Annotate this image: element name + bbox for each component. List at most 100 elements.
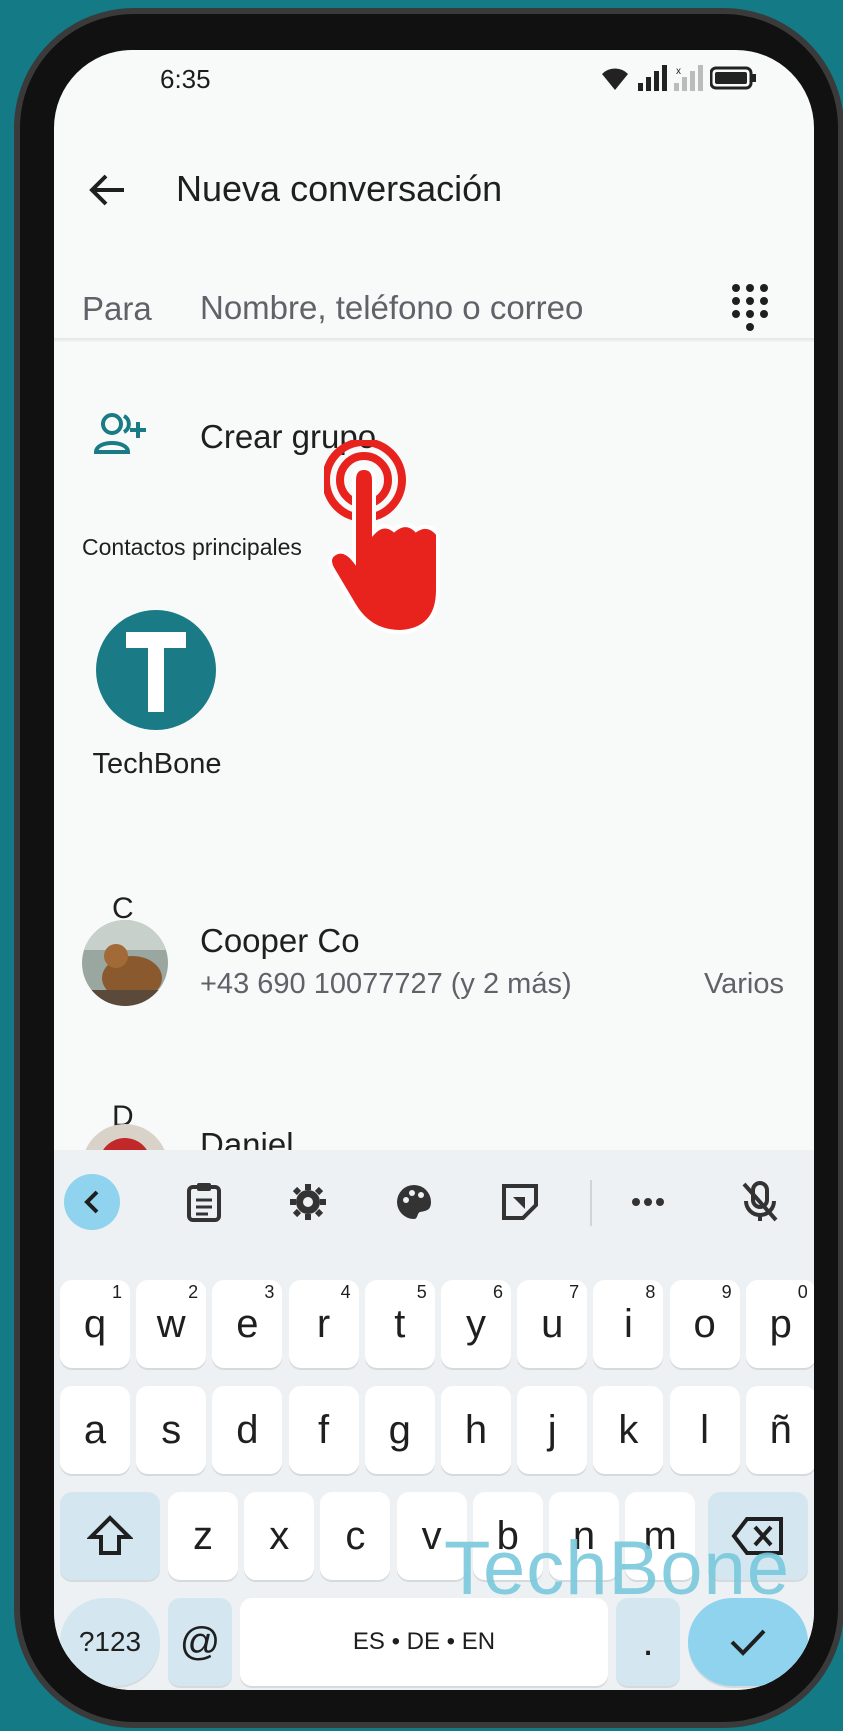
key-q[interactable]: q1 [60,1280,130,1368]
voice-input-button[interactable] [732,1174,788,1230]
key-u[interactable]: u7 [517,1280,588,1368]
toolbar-separator [590,1180,592,1226]
key-hint: 9 [721,1282,732,1302]
theme-button[interactable] [386,1174,442,1230]
svg-text:x: x [676,66,681,77]
palette-icon [397,1185,431,1219]
key-hint: 1 [111,1282,122,1302]
key-e[interactable]: e3 [212,1280,283,1368]
key-hint: 2 [188,1282,199,1302]
sticker-button[interactable] [492,1174,548,1230]
key-t[interactable]: t5 [364,1280,435,1368]
key-label: v [421,1513,442,1558]
key-hint: 8 [645,1282,656,1302]
avatar [96,610,216,730]
key-hint: 7 [569,1282,580,1302]
recipient-row: Para [54,282,814,340]
clipboard-button[interactable] [176,1174,232,1230]
key-i[interactable]: i8 [593,1280,664,1368]
shift-key[interactable] [60,1492,160,1580]
key-a[interactable]: a [60,1386,130,1474]
more-horizontal-icon [632,1198,664,1206]
key-label: w [156,1301,186,1346]
status-bar: 6:35 x [54,50,814,106]
key-label: . [642,1619,654,1664]
check-icon [730,1629,766,1656]
key-label: o [693,1301,716,1346]
key-label: @ [179,1619,221,1664]
signal-icon [638,65,667,91]
key-hint: 4 [340,1282,351,1302]
add-group-icon [94,413,146,454]
key-label: u [541,1301,564,1346]
app-bar: Nueva conversación [54,150,814,230]
key-k[interactable]: k [593,1386,664,1474]
key-hint: 6 [492,1282,503,1302]
key-j[interactable]: j [517,1386,588,1474]
chevron-left-icon [84,1190,99,1214]
key-g[interactable]: g [364,1386,435,1474]
clipboard-icon [187,1183,221,1222]
key-h[interactable]: h [441,1386,511,1474]
key-label: c [345,1513,366,1558]
key-label: p [769,1301,792,1346]
key-label: z [193,1513,213,1558]
key-f[interactable]: f [288,1386,359,1474]
watermark-logo: TechBone [444,1526,791,1611]
header-divider [54,338,814,342]
key-w[interactable]: w2 [136,1280,207,1368]
key-ñ[interactable]: ñ [745,1386,814,1474]
key-hint: 0 [797,1282,808,1302]
key-hint: 5 [416,1282,427,1302]
key-label: e [236,1301,259,1346]
key-label: f [318,1407,330,1452]
contact-phone: +43 690 10077727 (y 2 más) [200,968,572,1000]
page-title: Nueva conversación [176,168,503,209]
list-item[interactable]: Cooper Co +43 690 10077727 (y 2 más) Var… [54,920,814,1010]
key-label: l [700,1407,710,1452]
key-label: ES • DE • EN [352,1628,496,1655]
key-label: a [83,1407,107,1452]
key-s[interactable]: s [136,1386,207,1474]
key-label: j [547,1407,557,1452]
key-d[interactable]: d [212,1386,283,1474]
mic-off-icon [742,1181,778,1222]
key-c[interactable]: c [320,1492,391,1580]
key-label: ñ [769,1407,792,1452]
dialpad-icon[interactable] [730,282,770,336]
contact-initial-logo [126,632,186,712]
key-label: y [466,1301,486,1346]
collapse-toolbar-button[interactable] [64,1174,120,1230]
key-label: r [316,1301,331,1346]
dog-photo [82,920,168,1006]
key-hint: 3 [264,1282,275,1302]
contact-phone-type: Varios [703,968,784,1000]
settings-button[interactable] [280,1174,336,1230]
key-label: q [83,1301,107,1346]
key-label: d [236,1407,259,1452]
key-z[interactable]: z [168,1492,238,1580]
key-label: t [394,1301,406,1346]
key-x[interactable]: x [244,1492,315,1580]
favorite-contact-name: TechBone [92,748,222,780]
key-l[interactable]: l [669,1386,740,1474]
recipient-input[interactable] [200,286,670,330]
contact-name: Cooper Co [200,922,360,959]
key-p[interactable]: p0 [745,1280,814,1368]
to-label: Para [82,290,152,327]
key-label: g [388,1407,411,1452]
gear-icon [290,1184,326,1220]
more-button[interactable] [620,1174,676,1230]
top-contacts-heading: Contactos principales [82,534,302,560]
symbols-key[interactable]: ?123 [60,1598,160,1686]
key-label: h [464,1407,488,1452]
at-key[interactable]: @ [168,1598,232,1686]
sticker-icon [502,1184,538,1220]
key-o[interactable]: o9 [669,1280,740,1368]
shift-icon [87,1515,133,1555]
key-r[interactable]: r4 [288,1280,359,1368]
status-time: 6:35 [160,64,211,94]
back-arrow-icon[interactable] [88,170,128,210]
avatar [82,920,168,1006]
key-y[interactable]: y6 [441,1280,511,1368]
